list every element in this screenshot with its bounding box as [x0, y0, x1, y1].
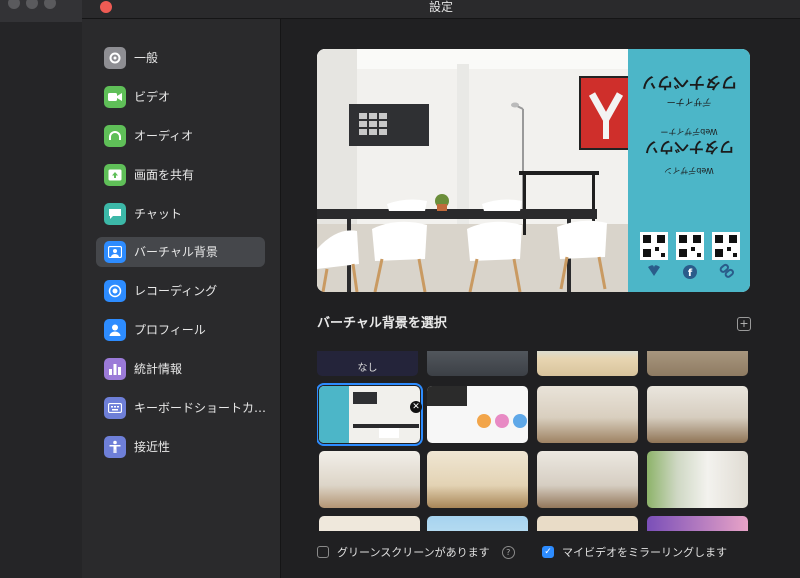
window-title: 設定: [428, 0, 453, 14]
accessibility-icon: [104, 436, 126, 458]
background-thumbnail[interactable]: [537, 351, 638, 376]
section-title: バーチャル背景を選択: [317, 316, 447, 331]
sidebar-item-keyboard-shortcuts[interactable]: キーボードショートカ…: [96, 393, 267, 423]
sidebar-item-label: レコーディング: [134, 284, 218, 298]
sidebar-item-label: バーチャル背景: [134, 245, 218, 259]
background-thumbnail[interactable]: [537, 516, 638, 531]
none-label: なし: [357, 363, 378, 374]
sidebar-item-general[interactable]: 一般: [96, 43, 265, 73]
sidebar-item-label: ビデオ: [134, 90, 171, 104]
video-preview: ワタナベウソ デザイナー Webデザイナー ワタナベウソ Webデザイン f: [317, 49, 750, 292]
settings-sidebar: 一般 ビデオ オーディオ 画面を共有 チャット バーチャル背景 レコーディング …: [82, 19, 281, 578]
person-icon: [104, 319, 126, 341]
svg-text:Webデザイナー: Webデザイナー: [660, 127, 717, 137]
sidebar-item-label: キーボードショートカ…: [134, 401, 267, 415]
sidebar-item-video[interactable]: ビデオ: [96, 82, 265, 112]
sidebar-item-statistics[interactable]: 統計情報: [96, 354, 265, 384]
settings-window: 設定 一般 ビデオ オーディオ 画面を共有 チャット バーチャル背景 レコーディ…: [82, 0, 800, 578]
svg-text:ワタナベウソ: ワタナベウソ: [644, 138, 734, 156]
room-preview-illustration: ワタナベウソ デザイナー Webデザイナー ワタナベウソ Webデザイン f: [317, 49, 750, 292]
sidebar-item-profile[interactable]: プロフィール: [96, 315, 265, 345]
background-thumbnail[interactable]: [647, 516, 748, 531]
gear-icon: [104, 47, 126, 69]
background-thumbnail[interactable]: [647, 386, 748, 443]
keyboard-icon: [104, 397, 126, 419]
background-thumbnail[interactable]: [319, 451, 420, 508]
window-dot: [8, 0, 20, 9]
mirror-video-checkbox[interactable]: ✓: [542, 546, 554, 558]
help-icon[interactable]: ?: [501, 545, 515, 559]
window-dot: [44, 0, 56, 9]
title-bar: 設定: [82, 0, 800, 19]
mirror-video-option[interactable]: ✓ マイビデオをミラーリングします: [542, 544, 727, 560]
background-thumbnail[interactable]: [537, 386, 638, 443]
mirror-video-label: マイビデオをミラーリングします: [562, 546, 727, 559]
virtual-background-panel: ワタナベウソ デザイナー Webデザイナー ワタナベウソ Webデザイン f バ…: [281, 19, 800, 578]
background-thumbnail[interactable]: [319, 516, 420, 531]
background-thumbnail[interactable]: [427, 516, 528, 531]
person-background-icon: [104, 241, 126, 263]
svg-text:デザイナー: デザイナー: [667, 96, 712, 108]
sidebar-item-label: プロフィール: [134, 323, 206, 337]
background-thumbnail-selected[interactable]: [317, 383, 423, 446]
background-thumbnail-none[interactable]: なし: [317, 351, 418, 376]
svg-text:f: f: [688, 268, 693, 279]
background-thumbnail[interactable]: [427, 451, 528, 508]
background-window: [0, 0, 82, 578]
share-screen-icon: [104, 164, 126, 186]
record-icon: [104, 280, 126, 302]
headphones-icon: [104, 125, 126, 147]
sidebar-item-label: 接近性: [134, 440, 171, 454]
background-window-titlebar: [0, 0, 82, 22]
background-thumbnail[interactable]: [427, 351, 528, 376]
green-screen-checkbox[interactable]: [317, 546, 329, 558]
window-dot: [26, 0, 38, 9]
green-screen-label: グリーンスクリーンがあります: [337, 546, 490, 559]
add-background-button[interactable]: +: [737, 317, 751, 331]
sidebar-item-virtual-background[interactable]: バーチャル背景: [96, 237, 265, 267]
sidebar-item-label: 画面を共有: [134, 168, 195, 182]
background-thumbnail[interactable]: [647, 351, 748, 376]
qr-code-icon: [640, 232, 668, 260]
svg-text:ワタナベウソ: ワタナベウソ: [641, 73, 737, 92]
chat-bubble-icon: [104, 203, 126, 225]
background-thumbnail[interactable]: [537, 451, 638, 508]
sidebar-item-label: チャット: [134, 207, 182, 221]
sidebar-item-recording[interactable]: レコーディング: [96, 276, 265, 306]
delete-thumbnail-button[interactable]: ✕: [410, 401, 422, 413]
sidebar-item-label: 統計情報: [134, 362, 183, 376]
background-thumbnail[interactable]: [427, 386, 528, 443]
sidebar-item-share-screen[interactable]: 画面を共有: [96, 160, 265, 190]
background-thumbnail-grid: なし ✕: [317, 351, 753, 531]
sidebar-item-chat[interactable]: チャット: [96, 199, 265, 229]
bar-chart-icon: [104, 358, 126, 380]
sidebar-item-label: 一般: [134, 51, 159, 65]
sidebar-item-label: オーディオ: [134, 129, 194, 143]
video-camera-icon: [104, 86, 126, 108]
svg-text:Webデザイン: Webデザイン: [664, 166, 713, 176]
background-thumbnail[interactable]: [647, 451, 748, 508]
green-screen-option[interactable]: グリーンスクリーンがあります ?: [317, 544, 515, 560]
sidebar-item-audio[interactable]: オーディオ: [96, 121, 265, 151]
sidebar-item-accessibility[interactable]: 接近性: [96, 432, 265, 462]
